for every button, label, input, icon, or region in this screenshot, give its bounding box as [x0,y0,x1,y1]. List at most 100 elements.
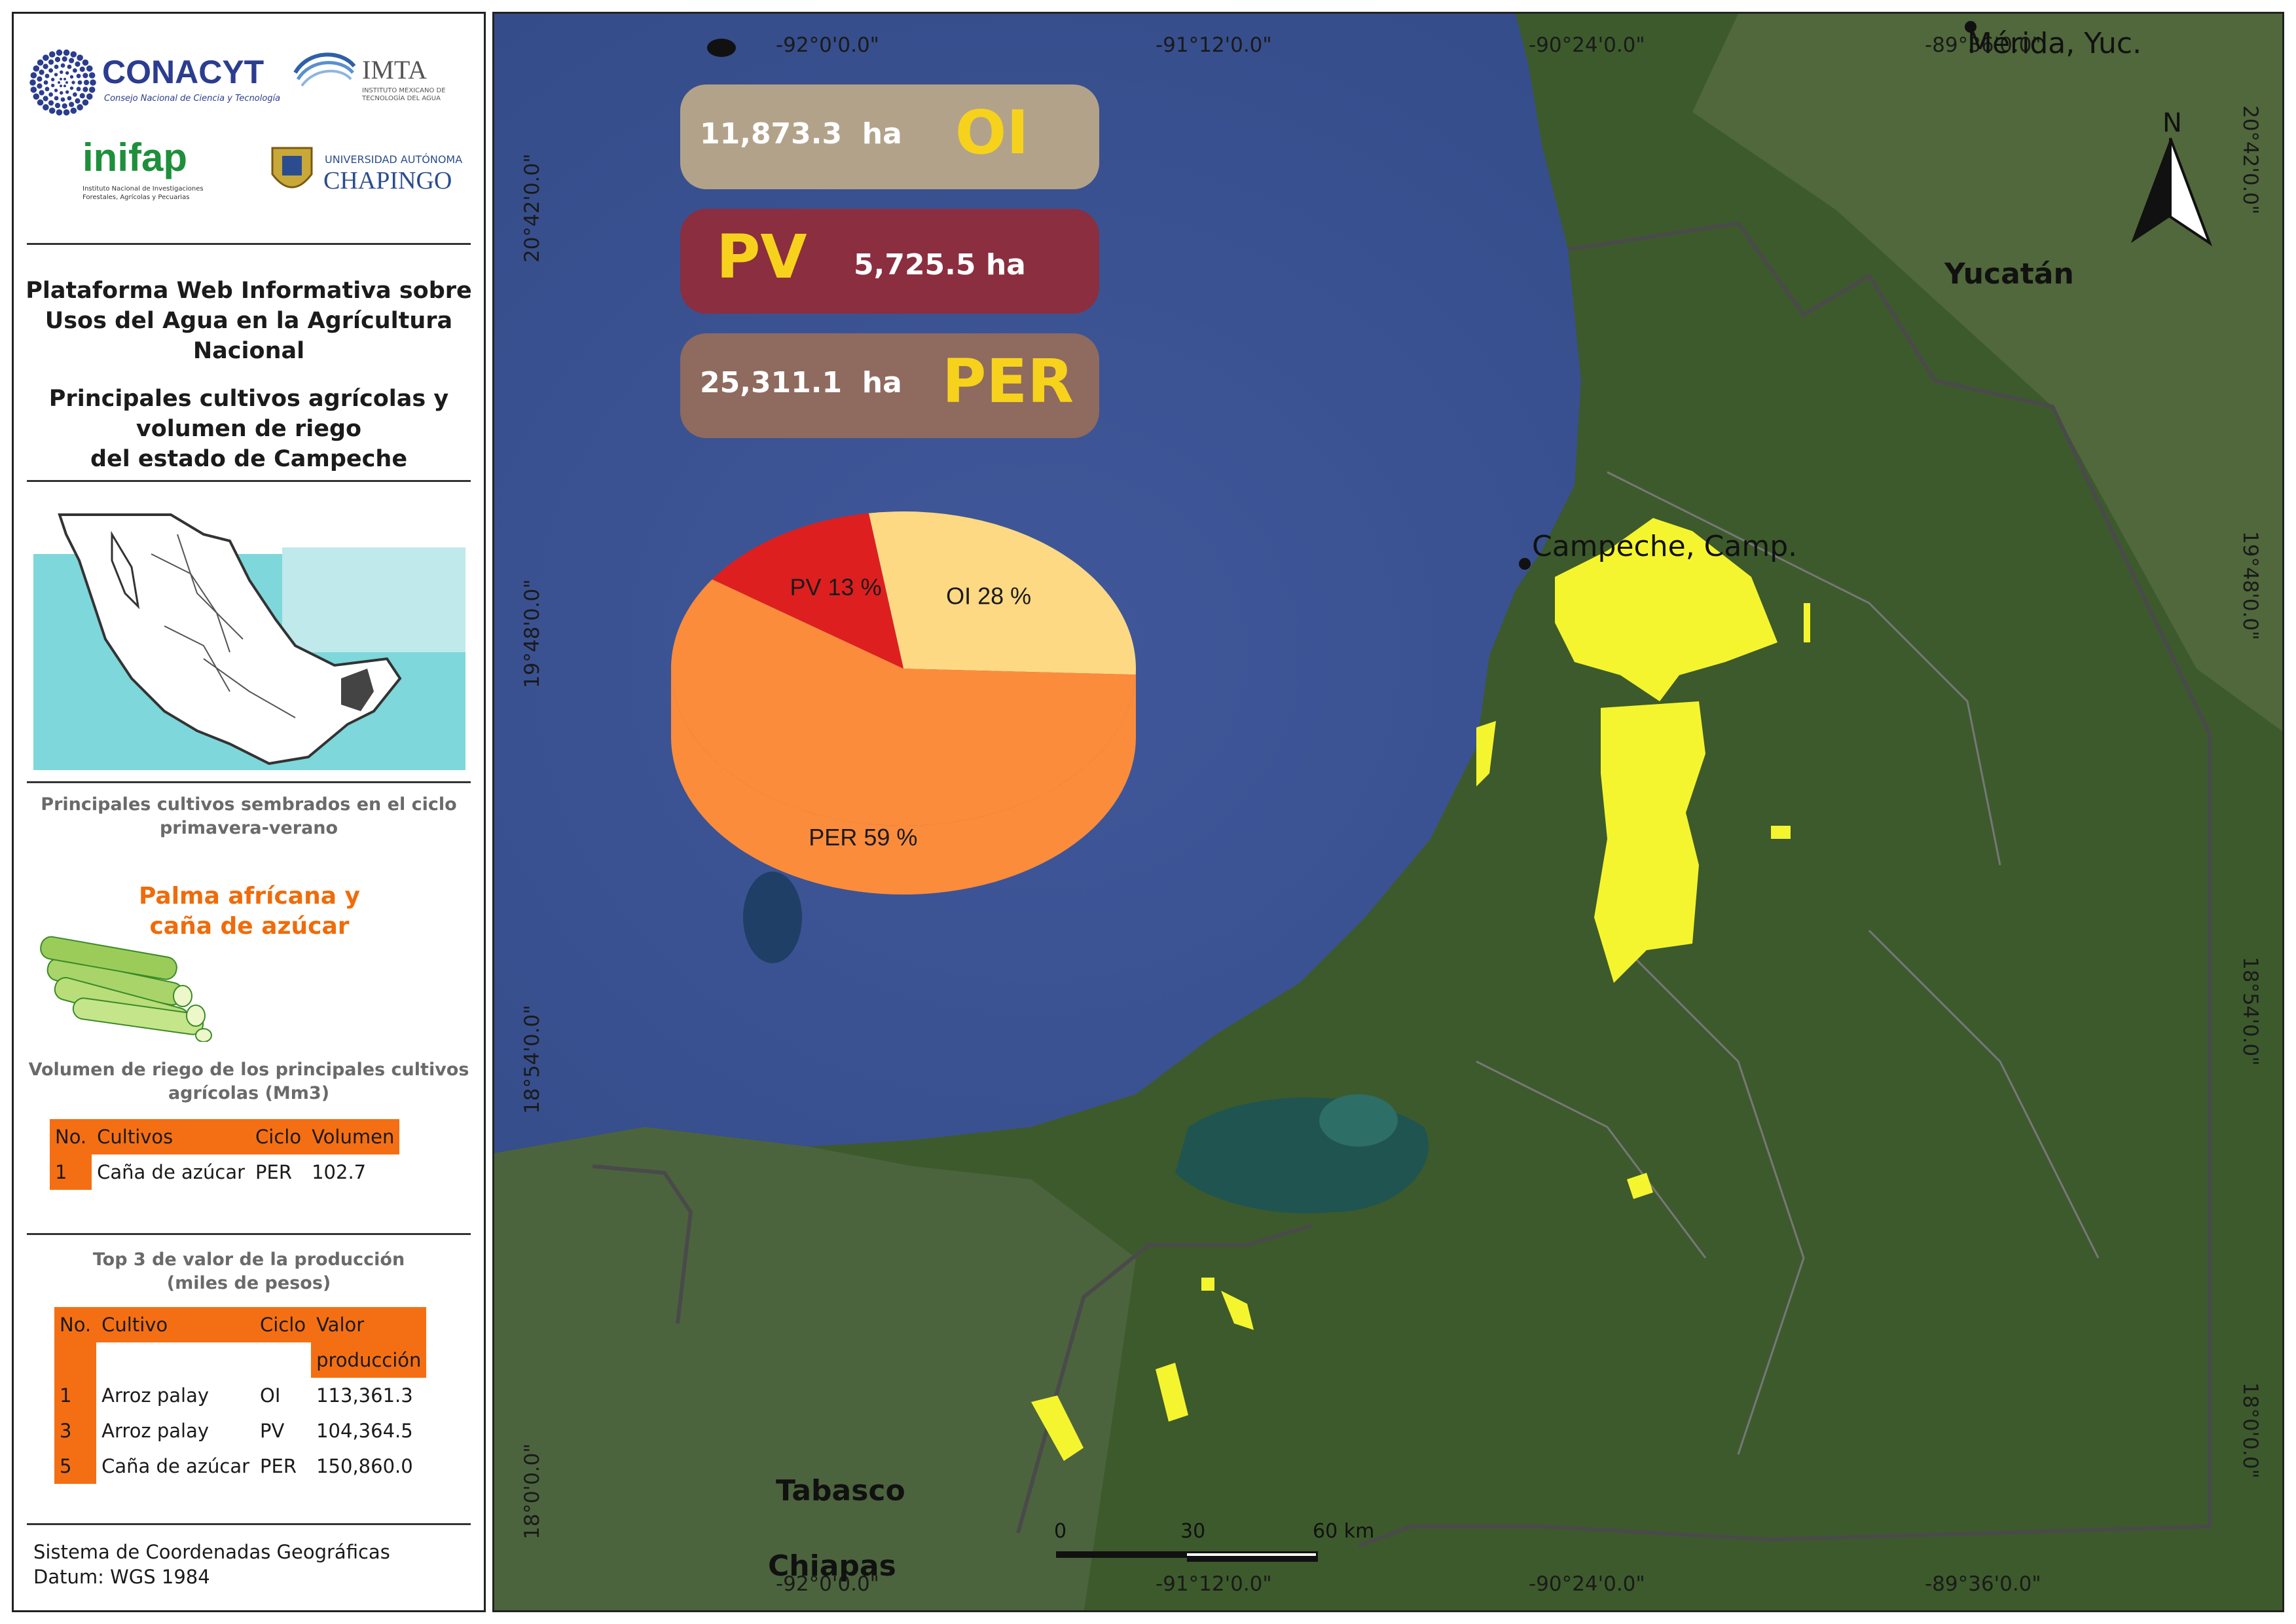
right-coord-1: 20°42'0.0" [2238,105,2262,215]
imta-logo: IMTA INSTITUTO MEXICANO DE TECNOLOGÍA DE… [289,46,472,125]
divider [27,243,471,245]
header-volumen: Volumen [306,1119,400,1154]
volume-table: No. Cultivos Ciclo Volumen 1 Caña de azú… [50,1119,400,1190]
table-row: 3 Arroz palay PV 104,364.5 [54,1413,426,1449]
conacyt-sub: Consejo Nacional de Ciencia y Tecnología [104,94,281,103]
row-no: 3 [54,1413,97,1449]
table-row: 5 Caña de azúcar PER 150,860.0 [54,1449,426,1484]
footer-line-2: Datum: WGS 1984 [33,1566,210,1588]
logos: CONACYT Consejo Nacional de Ciencia y Te… [14,14,484,243]
chapingo-logo: UNIVERSIDAD AUTÓNOMA CHAPINGO [266,141,482,213]
right-coord-3: 18°54'0.0" [2238,957,2262,1066]
volume-table-header: No. Cultivos Ciclo Volumen [50,1119,400,1154]
inifap-sub: Instituto Nacional de Investigaciones Fo… [82,185,204,201]
subtitle-line-1: Principales cultivos agrícolas y [48,386,449,412]
row-cultivo: Arroz palay [101,1384,210,1407]
crops-heading-line-1: Principales cultivos sembrados en el cic… [41,794,457,815]
row-valor: 150,860.0 [316,1455,413,1477]
inifap-name: inifap [82,136,187,179]
label-yucatan: Yucatán [1944,257,2074,291]
header-cultivos: Cultivos [92,1119,251,1154]
area-pill-oi: 11,873.3 ha OI [680,84,1099,189]
area-value-pv: 5,725.5 ha [854,248,1026,282]
header-valor: Valor [311,1307,427,1342]
left-coord-4: 18°0'0.0" [520,1443,544,1540]
label-tabasco: Tabasco [776,1474,905,1507]
platform-title: Plataforma Web Informativa sobre Usos de… [14,276,484,366]
crops-heading: Principales cultivos sembrados en el cic… [27,793,471,840]
header-no: No. [54,1307,97,1342]
divider [27,781,471,783]
top-coord-2: -91°12'0.0" [1156,33,1272,57]
row-cultivo: Caña de azúcar [101,1455,250,1477]
divider [27,1233,471,1235]
header-ciclo: Ciclo [255,1307,312,1342]
area-code-pv: PV [716,222,807,292]
row-ciclo: PER [260,1455,297,1477]
top-coord-1: -92°0'0.0" [776,33,879,57]
title-line-1: Plataforma Web Informativa sobre [26,278,472,304]
divider [27,480,471,482]
conacyt-dots-icon [29,49,96,116]
area-code-oi: OI [955,98,1029,168]
chapingo-sub: UNIVERSIDAD AUTÓNOMA [325,153,463,166]
pie-label-oi: OI 28 % [946,583,1031,610]
locator-map [33,495,465,770]
left-coord-2: 19°48'0.0" [520,579,544,688]
header-produccion: producción [311,1342,427,1378]
right-coord-2: 19°48'0.0" [2238,531,2262,640]
row-volumen: 102.7 [312,1161,367,1183]
area-code-per: PER [942,346,1074,416]
inifap-logo: inifap Instituto Nacional de Investigaci… [66,135,236,220]
row-no: 1 [50,1154,92,1190]
pie-label-pv: PV 13 % [790,574,882,600]
north-label: N [2162,108,2182,138]
row-no: 1 [54,1378,97,1413]
imta-sub: INSTITUTO MEXICANO DE TECNOLOGÍA DEL AGU… [362,87,446,102]
top-table-header: No. Cultivo Ciclo Valor [54,1307,427,1342]
subtitle-line-3: del estado de Campeche [90,446,408,472]
right-coord-4: 18°0'0.0" [2238,1382,2262,1479]
volume-heading: Volumen de riego de los principales cult… [27,1058,471,1105]
top-heading-line-1: Top 3 de valor de la producción [92,1249,405,1270]
header-no: No. [50,1119,92,1154]
row-cultivo: Caña de azúcar [97,1161,246,1183]
campeche-point [1519,558,1531,570]
label-campeche: Campeche, Camp. [1532,530,1798,563]
area-value-per: 25,311.1 ha [700,366,902,399]
left-coord-3: 18°54'0.0" [520,1005,544,1114]
north-arrow-icon: N [2131,108,2213,247]
pie-chart: OI 28 % PER 59 % PV 13 % [671,511,1136,895]
bottom-coord-4: -89°36'0.0" [1925,1572,2041,1596]
area-pill-pv: PV 5,725.5 ha [680,209,1099,314]
top-coord-3: -90°24'0.0" [1529,33,1645,57]
volume-heading-line-2: agrícolas (Mm3) [168,1083,330,1103]
imta-name: IMTA [362,55,428,84]
coordinate-system-note: Sistema de Coordenadas Geográficas Datum… [33,1540,390,1589]
footer-line-1: Sistema de Coordenadas Geográficas [33,1541,390,1563]
crops-heading-line-2: primavera-verano [159,818,338,838]
row-ciclo: OI [260,1384,281,1407]
volume-heading-line-1: Volumen de riego de los principales cult… [28,1060,469,1080]
left-coord-1: 20°42'0.0" [520,153,544,263]
legend-panel: CONACYT Consejo Nacional de Ciencia y Te… [12,12,486,1612]
label-merida: Mérida, Yuc. [1967,27,2142,60]
bottom-coord-3: -90°24'0.0" [1529,1572,1645,1596]
chapingo-crest-icon [271,147,313,189]
row-ciclo: PV [260,1420,285,1442]
top-heading-line-2: (miles de pesos) [166,1273,331,1293]
divider [27,1523,471,1525]
bottom-coord-2: -91°12'0.0" [1156,1572,1272,1596]
crop-line-1: Palma afrícana y [139,883,360,910]
scale-label-0: 0 [1054,1520,1067,1543]
map-frame: -92°0'0.0" -91°12'0.0" -90°24'0.0" -89°3… [492,12,2284,1612]
label-chiapas: Chiapas [768,1549,896,1583]
conacyt-logo: CONACYT Consejo Nacional de Ciencia y Te… [27,40,280,132]
header-cultivo: Cultivo [96,1307,255,1342]
scale-label-60: 60 km [1313,1520,1375,1543]
header-ciclo: Ciclo [250,1119,307,1154]
area-value-oi: 11,873.3 ha [700,117,902,151]
conacyt-name: CONACYT [102,54,264,90]
chapingo-name: CHAPINGO [323,167,452,194]
sugarcane-icon [40,936,212,1042]
